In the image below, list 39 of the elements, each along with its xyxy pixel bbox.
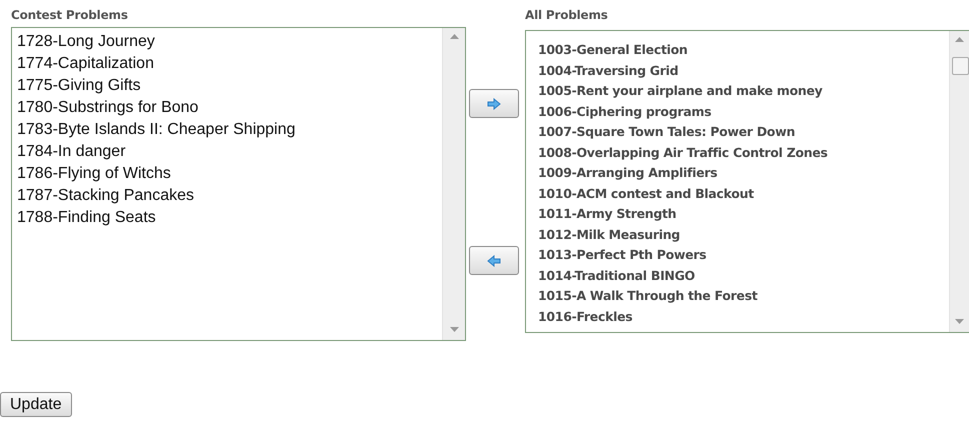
update-button[interactable]: Update xyxy=(0,392,72,417)
problem-option[interactable]: 1016-Freckles xyxy=(538,306,632,327)
problem-option[interactable]: 1011-Army Strength xyxy=(538,204,676,224)
move-left-button[interactable] xyxy=(469,246,519,275)
list-label: Contest Problems xyxy=(11,8,129,24)
problem-option[interactable]: 1728-Long Journey xyxy=(17,31,155,53)
left-arrow-icon xyxy=(487,254,501,266)
scroll-down-icon[interactable] xyxy=(955,319,964,324)
scrollbar[interactable] xyxy=(442,28,465,340)
problem-option[interactable]: 1774-Capitalization xyxy=(17,53,154,75)
all-problems-listbox[interactable] xyxy=(525,30,969,333)
problem-option[interactable]: 1787-Stacking Pancakes xyxy=(17,185,194,207)
scrollbar[interactable] xyxy=(949,31,969,332)
problem-option[interactable]: 1775-Giving Gifts xyxy=(17,75,141,97)
scroll-down-icon[interactable] xyxy=(450,327,458,332)
problem-option[interactable]: 1004-Traversing Grid xyxy=(538,60,678,81)
problem-option[interactable]: 1005-Rent your airplane and make money xyxy=(538,81,822,102)
problem-option[interactable]: 1003-General Election xyxy=(538,40,688,60)
problem-option[interactable]: 1780-Substrings for Bono xyxy=(17,97,198,119)
problem-option[interactable]: 1786-Flying of Witchs xyxy=(17,163,171,185)
problem-option[interactable]: 1009-Arranging Amplifiers xyxy=(538,163,718,184)
problem-option[interactable]: 1007-Square Town Tales: Power Down xyxy=(538,122,795,142)
scrollbar-thumb[interactable] xyxy=(952,57,969,75)
list-label: All Problems xyxy=(525,8,609,24)
problem-option[interactable]: 1014-Traditional BINGO xyxy=(538,266,695,286)
problem-option[interactable]: 1784-In danger xyxy=(17,141,126,163)
problem-option[interactable]: 1008-Overlapping Air Traffic Control Zones xyxy=(538,142,828,163)
scroll-up-icon[interactable] xyxy=(450,34,458,39)
problem-option[interactable]: 1788-Finding Seats xyxy=(17,207,156,229)
problem-option[interactable]: 1783-Byte Islands II: Cheaper Shipping xyxy=(17,119,296,141)
problem-option[interactable]: 1010-ACM contest and Blackout xyxy=(538,184,754,204)
problem-option[interactable]: 1013-Perfect Pth Powers xyxy=(538,245,706,266)
right-arrow-icon xyxy=(487,98,501,110)
problem-option[interactable]: 1006-Ciphering programs xyxy=(538,102,712,122)
scroll-up-icon[interactable] xyxy=(955,37,964,42)
problem-option[interactable]: 1012-Milk Measuring xyxy=(538,224,680,245)
move-right-button[interactable] xyxy=(469,89,519,118)
contest-problems-listbox[interactable]: 1728-Long Journey 1774-Capitalization 1775-Giving Gifts 1780-Substrings for Bono 1783-Byte Islands II: Cheaper Shipping 1784-In danger 1786-Flying of Witchs 1787-Stacking Pancakes 1788-Finding Seats xyxy=(11,27,466,341)
problem-option[interactable]: 1015-A Walk Through the Forest xyxy=(538,286,758,306)
